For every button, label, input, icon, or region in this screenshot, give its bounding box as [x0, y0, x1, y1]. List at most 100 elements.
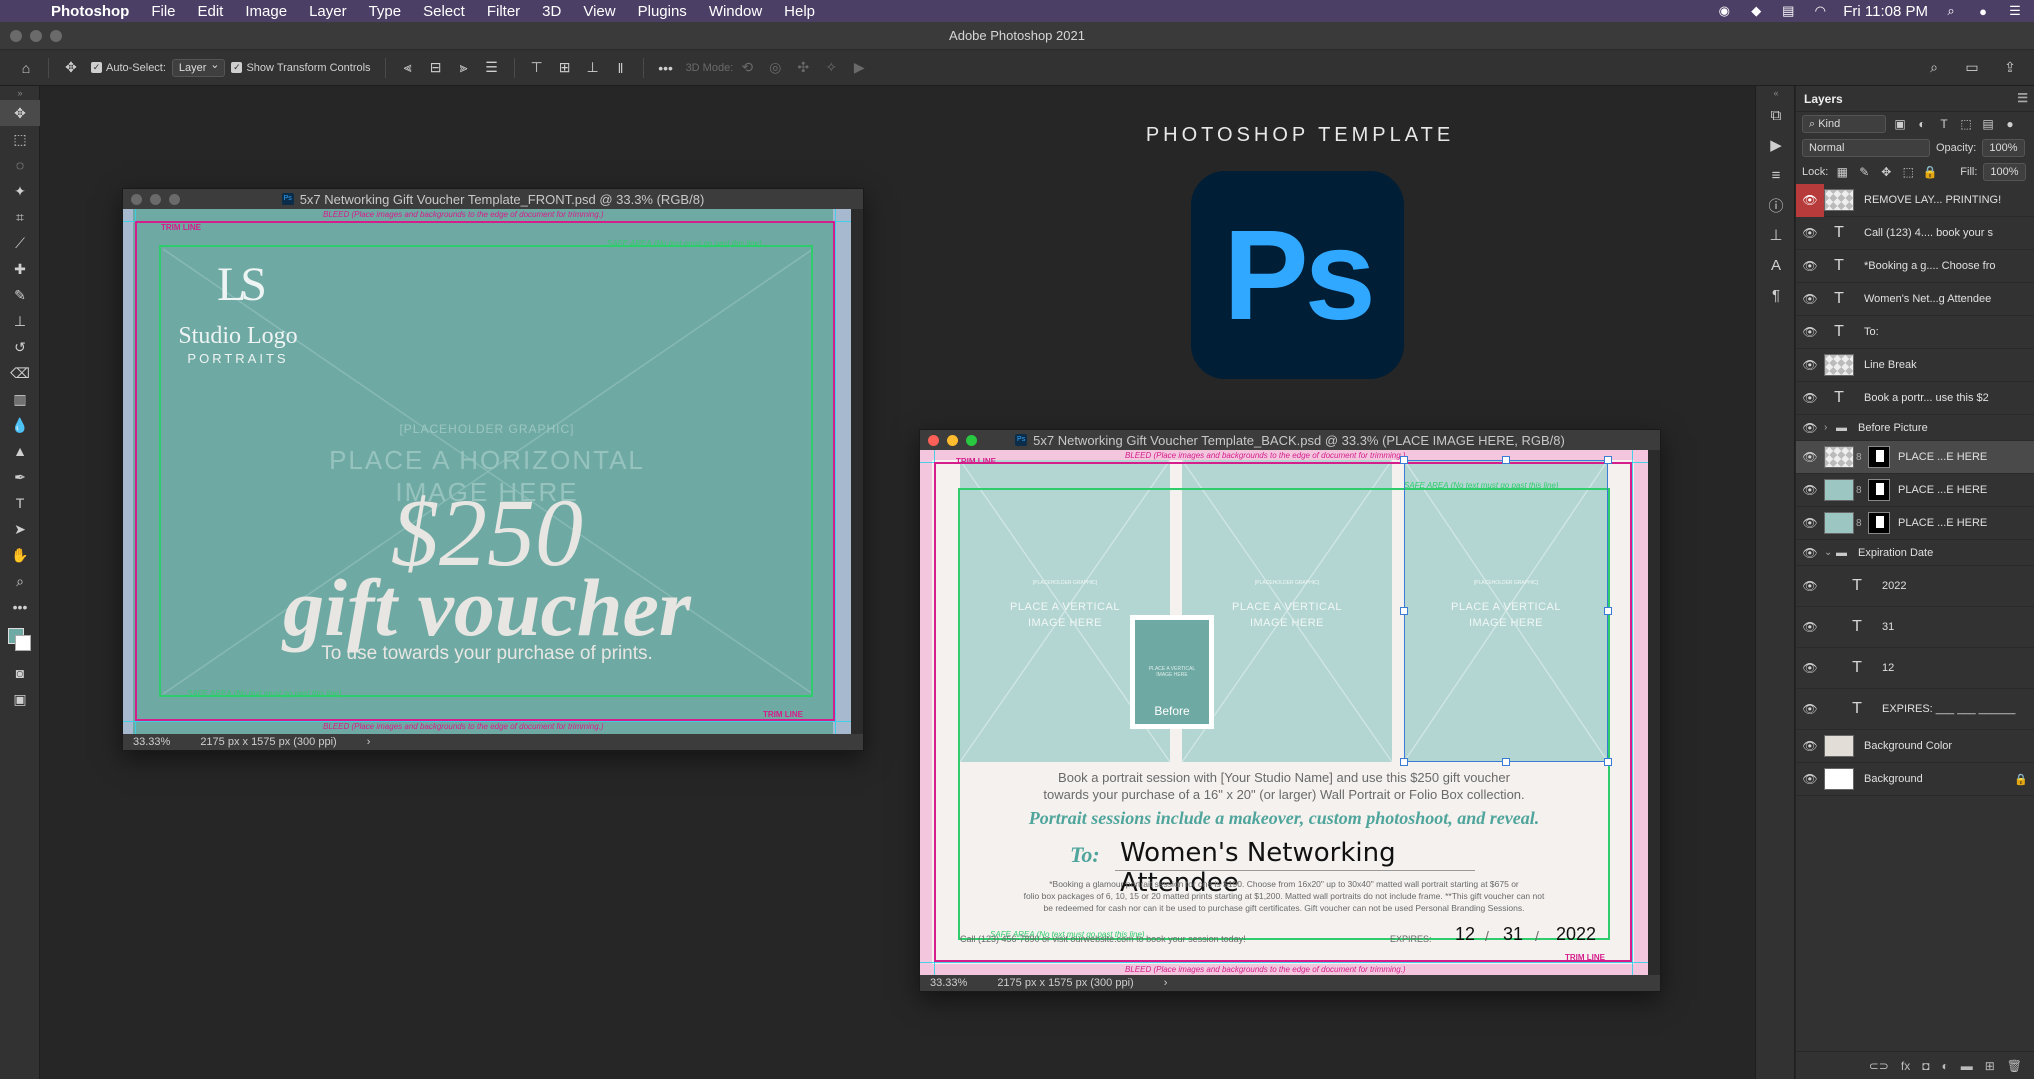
visibility-eye-icon[interactable]: 👁 — [1796, 226, 1824, 240]
transform-handle[interactable] — [1400, 607, 1408, 615]
menubar-clock[interactable]: Fri 11:08 PM — [1843, 3, 1928, 20]
blend-mode-dropdown[interactable]: Normal — [1802, 139, 1930, 157]
spotlight-search-icon[interactable]: ⌕ — [1942, 3, 1960, 18]
front-document-window[interactable]: Ps 5x7 Networking Gift Voucher Template_… — [122, 188, 864, 751]
front-canvas[interactable]: BLEED (Place images and backgrounds to t… — [123, 209, 851, 734]
color-swatches[interactable] — [0, 620, 39, 660]
dropbox-icon[interactable]: ◆ — [1747, 3, 1765, 18]
front-zoom-button[interactable] — [169, 194, 180, 205]
status-chevron-icon[interactable]: › — [1164, 977, 1168, 989]
lock-transparent-icon[interactable]: ▦ — [1834, 165, 1850, 179]
transform-handle[interactable] — [1604, 456, 1612, 464]
share-icon[interactable]: ⇪ — [1996, 56, 2024, 80]
roll-3d-icon[interactable]: ◎ — [761, 56, 789, 80]
layer-row[interactable]: 👁 Background 🔒 — [1796, 763, 2034, 796]
layer-row[interactable]: 👁 8 PLACE ...E HERE — [1796, 507, 2034, 540]
layer-row[interactable]: 👁 T 12 — [1796, 648, 2034, 689]
workspace-icon[interactable]: ▭ — [1958, 56, 1986, 80]
align-bottom-icon[interactable]: ⊥ — [579, 56, 607, 80]
visibility-eye-icon[interactable]: 👁 — [1796, 739, 1824, 753]
flag-icon[interactable]: ▤ — [1779, 3, 1797, 18]
layer-style-icon[interactable]: fx — [1901, 1059, 1910, 1073]
control-center-icon[interactable]: ☰ — [2006, 3, 2024, 18]
transform-bounding-box[interactable] — [1404, 460, 1608, 762]
filter-toggle-icon[interactable]: ● — [2002, 117, 2018, 131]
back-document-title[interactable]: Ps 5x7 Networking Gift Voucher Template_… — [920, 430, 1660, 450]
visibility-eye-icon[interactable]: 👁 — [1796, 183, 1824, 217]
visibility-eye-icon[interactable]: 👁 — [1796, 702, 1824, 716]
panel-menu-icon[interactable]: ☰ — [2017, 91, 2028, 105]
layer-group-row[interactable]: 👁 ⌄ ▬ Expiration Date — [1796, 540, 2034, 566]
character-panel-icon[interactable]: A — [1756, 250, 1796, 280]
layer-row[interactable]: 👁 T Women's Net...g Attendee — [1796, 283, 2034, 316]
filter-adjustment-icon[interactable]: ◐ — [1914, 117, 1930, 131]
layer-row[interactable]: 👁 T Book a portr... use this $2 — [1796, 382, 2034, 415]
info-panel-icon[interactable]: ⓘ — [1756, 190, 1796, 220]
transform-handle[interactable] — [1604, 758, 1612, 766]
back-minimize-button[interactable] — [947, 435, 958, 446]
visibility-eye-icon[interactable]: 👁 — [1796, 620, 1824, 634]
auto-select-dropdown[interactable]: Layer — [171, 58, 226, 77]
eraser-tool-icon[interactable]: ⌫ — [0, 360, 40, 386]
more-options-icon[interactable]: ••• — [652, 56, 680, 80]
layer-row[interactable]: 👁 Background Color — [1796, 730, 2034, 763]
close-button[interactable] — [10, 30, 22, 42]
lock-artboard-icon[interactable]: ⬚ — [1900, 165, 1916, 179]
new-group-icon[interactable]: ▬ — [1961, 1059, 1973, 1073]
visibility-eye-icon[interactable]: 👁 — [1796, 579, 1824, 593]
lock-position-icon[interactable]: ✥ — [1878, 165, 1894, 179]
menu-3d[interactable]: 3D — [531, 3, 572, 20]
zoom-tool-icon[interactable]: ⌕ — [0, 568, 40, 594]
front-close-button[interactable] — [131, 194, 142, 205]
auto-select-checkbox[interactable]: ✓ Auto-Select: — [91, 62, 166, 74]
actions-panel-icon[interactable]: ▶ — [1756, 130, 1796, 160]
distribute-vertical-icon[interactable]: ‖ — [607, 56, 635, 80]
align-right-icon[interactable]: ⫸ — [450, 56, 478, 80]
layers-tab[interactable]: Layers ☰ — [1796, 86, 2034, 112]
filter-type-icon[interactable]: T — [1936, 117, 1952, 131]
back-document-window[interactable]: Ps 5x7 Networking Gift Voucher Template_… — [919, 429, 1661, 992]
show-transform-checkbox[interactable]: ✓ Show Transform Controls — [231, 62, 371, 74]
status-chevron-icon[interactable]: › — [367, 736, 371, 748]
menu-window[interactable]: Window — [698, 3, 773, 20]
layer-row[interactable]: 👁 T *Booking a g.... Choose fro — [1796, 250, 2034, 283]
back-close-button[interactable] — [928, 435, 939, 446]
quick-mask-icon[interactable]: ◙ — [0, 660, 40, 686]
back-canvas[interactable]: [PLACEHOLDER GRAPHIC] PLACE A VERTICAL I… — [920, 450, 1648, 975]
layer-row[interactable]: 👁 T 31 — [1796, 607, 2034, 648]
adjustment-layer-icon[interactable]: ◐ — [1941, 1059, 1948, 1073]
transform-handle[interactable] — [1400, 456, 1408, 464]
visibility-eye-icon[interactable]: 👁 — [1796, 292, 1824, 306]
layer-row-selected[interactable]: 👁 8 PLACE ...E HERE — [1796, 441, 2034, 474]
link-icon[interactable]: 8 — [1856, 452, 1866, 463]
visibility-eye-icon[interactable]: 👁 — [1796, 483, 1824, 497]
slide-3d-icon[interactable]: ✧ — [817, 56, 845, 80]
brush-tool-icon[interactable]: ✎ — [0, 282, 40, 308]
move-tool-icon[interactable]: ✥ — [0, 100, 40, 126]
menu-app[interactable]: Photoshop — [40, 3, 140, 20]
menu-view[interactable]: View — [572, 3, 626, 20]
menu-select[interactable]: Select — [412, 3, 476, 20]
transform-handle[interactable] — [1604, 607, 1612, 615]
layer-mask-thumbnail[interactable] — [1868, 512, 1890, 534]
orbit-3d-icon[interactable]: ⟲ — [733, 56, 761, 80]
chevron-right-icon[interactable]: › — [1824, 422, 1836, 433]
layer-mask-thumbnail[interactable] — [1868, 446, 1890, 468]
front-document-title[interactable]: Ps 5x7 Networking Gift Voucher Template_… — [123, 189, 863, 209]
minimize-button[interactable] — [30, 30, 42, 42]
lock-image-icon[interactable]: ✎ — [1856, 165, 1872, 179]
layer-row[interactable]: 👁 Line Break — [1796, 349, 2034, 382]
visibility-eye-icon[interactable]: 👁 — [1796, 772, 1824, 786]
align-top-icon[interactable]: ⊤ — [523, 56, 551, 80]
distribute-icon[interactable]: ☰ — [478, 56, 506, 80]
visibility-eye-icon[interactable]: 👁 — [1796, 259, 1824, 273]
marquee-tool-icon[interactable]: ⬚ — [0, 126, 40, 152]
menu-edit[interactable]: Edit — [187, 3, 235, 20]
eyedropper-tool-icon[interactable]: ⟋ — [0, 230, 40, 256]
layer-mask-thumbnail[interactable] — [1868, 479, 1890, 501]
new-layer-icon[interactable]: ⊞ — [1985, 1059, 1995, 1073]
filter-shape-icon[interactable]: ⬚ — [1958, 117, 1974, 131]
layer-row[interactable]: 👁 T To: — [1796, 316, 2034, 349]
transform-handle[interactable] — [1400, 758, 1408, 766]
visibility-eye-icon[interactable]: 👁 — [1796, 450, 1824, 464]
